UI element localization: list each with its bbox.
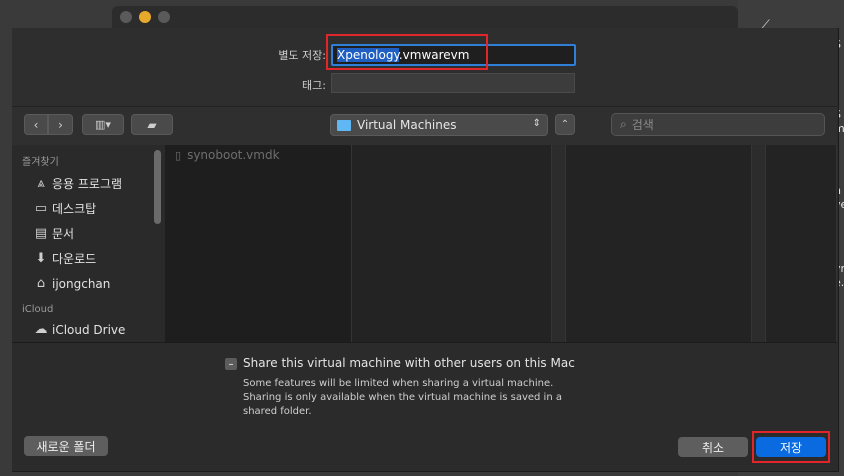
- sidebar: 즐겨찾기 ⩓ 응용 프로그램 ▭ 데스크탑 ▤ 문서 ⬇ 다운로드 ⌂ ijon…: [12, 145, 152, 342]
- share-checkbox[interactable]: –: [225, 358, 237, 370]
- save-as-label: 별도 저장:: [278, 49, 326, 62]
- sidebar-item-label: iCloud Drive: [52, 322, 126, 337]
- checkbox-dash-icon: –: [228, 358, 234, 370]
- file-item[interactable]: ▯ synoboot.vmdk: [165, 145, 351, 162]
- new-folder-button[interactable]: 새로운 폴더: [24, 436, 108, 456]
- folder-icon: [337, 119, 351, 131]
- search-icon: ⌕: [620, 117, 627, 131]
- sidebar-item-documents[interactable]: ▤ 문서: [12, 221, 152, 246]
- downloads-icon: ⬇: [35, 251, 47, 266]
- tags-field[interactable]: [331, 73, 575, 93]
- view-mode-button[interactable]: ▥▾: [82, 114, 124, 135]
- column-view-icon: ▥▾: [95, 118, 111, 131]
- cancel-button[interactable]: 취소: [678, 437, 748, 457]
- share-note: Some features will be limited when shari…: [243, 378, 562, 417]
- location-label: Virtual Machines: [357, 118, 457, 132]
- sidebar-scrollbar[interactable]: [154, 150, 161, 224]
- sidebar-item-label: 문서: [52, 227, 75, 241]
- close-window-button[interactable]: [120, 11, 132, 23]
- folder-plus-icon: ▰: [147, 117, 157, 132]
- tags-label: 태그:: [302, 79, 326, 92]
- zoom-window-button[interactable]: [158, 11, 170, 23]
- applications-icon: ⩓: [37, 176, 45, 191]
- cloud-icon: ☁: [34, 322, 48, 337]
- browser-column: [766, 145, 837, 342]
- cancel-label: 취소: [701, 440, 725, 455]
- desktop-icon: ▭: [34, 201, 48, 216]
- search-placeholder: 검색: [631, 118, 654, 132]
- sidebar-item-label: 데스크탑: [52, 202, 97, 216]
- new-folder-toolbar-button[interactable]: ▰: [131, 114, 173, 135]
- sidebar-item-downloads[interactable]: ⬇ 다운로드: [12, 246, 152, 271]
- sidebar-item-applications[interactable]: ⩓ 응용 프로그램: [12, 171, 152, 196]
- chevron-up-icon: ⌃: [560, 119, 570, 130]
- highlight-box-filename: [326, 34, 488, 70]
- file-icon: ▯: [175, 148, 182, 162]
- home-icon: ⌂: [36, 276, 46, 291]
- browser-column: [352, 145, 552, 342]
- sidebar-item-home[interactable]: ⌂ ijongchan: [12, 271, 152, 296]
- updown-chevron-icon: ⇕: [532, 118, 541, 129]
- expand-collapse-button[interactable]: ⌃: [555, 114, 575, 135]
- highlight-box-save: [752, 431, 830, 463]
- column-divider: [752, 145, 766, 342]
- chevron-left-icon: ‹: [33, 117, 39, 132]
- file-name: synoboot.vmdk: [187, 148, 280, 162]
- sidebar-item-icloud-drive[interactable]: ☁ iCloud Drive: [12, 317, 152, 342]
- sidebar-heading-icloud: iCloud: [22, 304, 54, 315]
- documents-icon: ▤: [34, 226, 48, 241]
- chevron-right-icon: ›: [58, 117, 63, 132]
- sidebar-item-label: 응용 프로그램: [52, 177, 123, 191]
- forward-button[interactable]: ›: [48, 114, 73, 135]
- share-checkbox-label: Share this virtual machine with other us…: [243, 356, 575, 370]
- sidebar-item-label: ijongchan: [52, 276, 111, 291]
- search-field[interactable]: ⌕ 검색: [611, 113, 825, 136]
- sidebar-heading-favorites: 즐겨찾기: [22, 157, 59, 168]
- browser-column: [566, 145, 752, 342]
- minimize-window-button[interactable]: [139, 11, 151, 23]
- sidebar-item-label: 다운로드: [52, 252, 97, 266]
- location-popup[interactable]: Virtual Machines ⇕: [330, 114, 548, 136]
- sidebar-item-desktop[interactable]: ▭ 데스크탑: [12, 196, 152, 221]
- browser-column: ▯ synoboot.vmdk: [165, 145, 352, 342]
- new-folder-label: 새로운 폴더: [36, 439, 96, 454]
- column-divider: [552, 145, 566, 342]
- back-button[interactable]: ‹: [24, 114, 48, 135]
